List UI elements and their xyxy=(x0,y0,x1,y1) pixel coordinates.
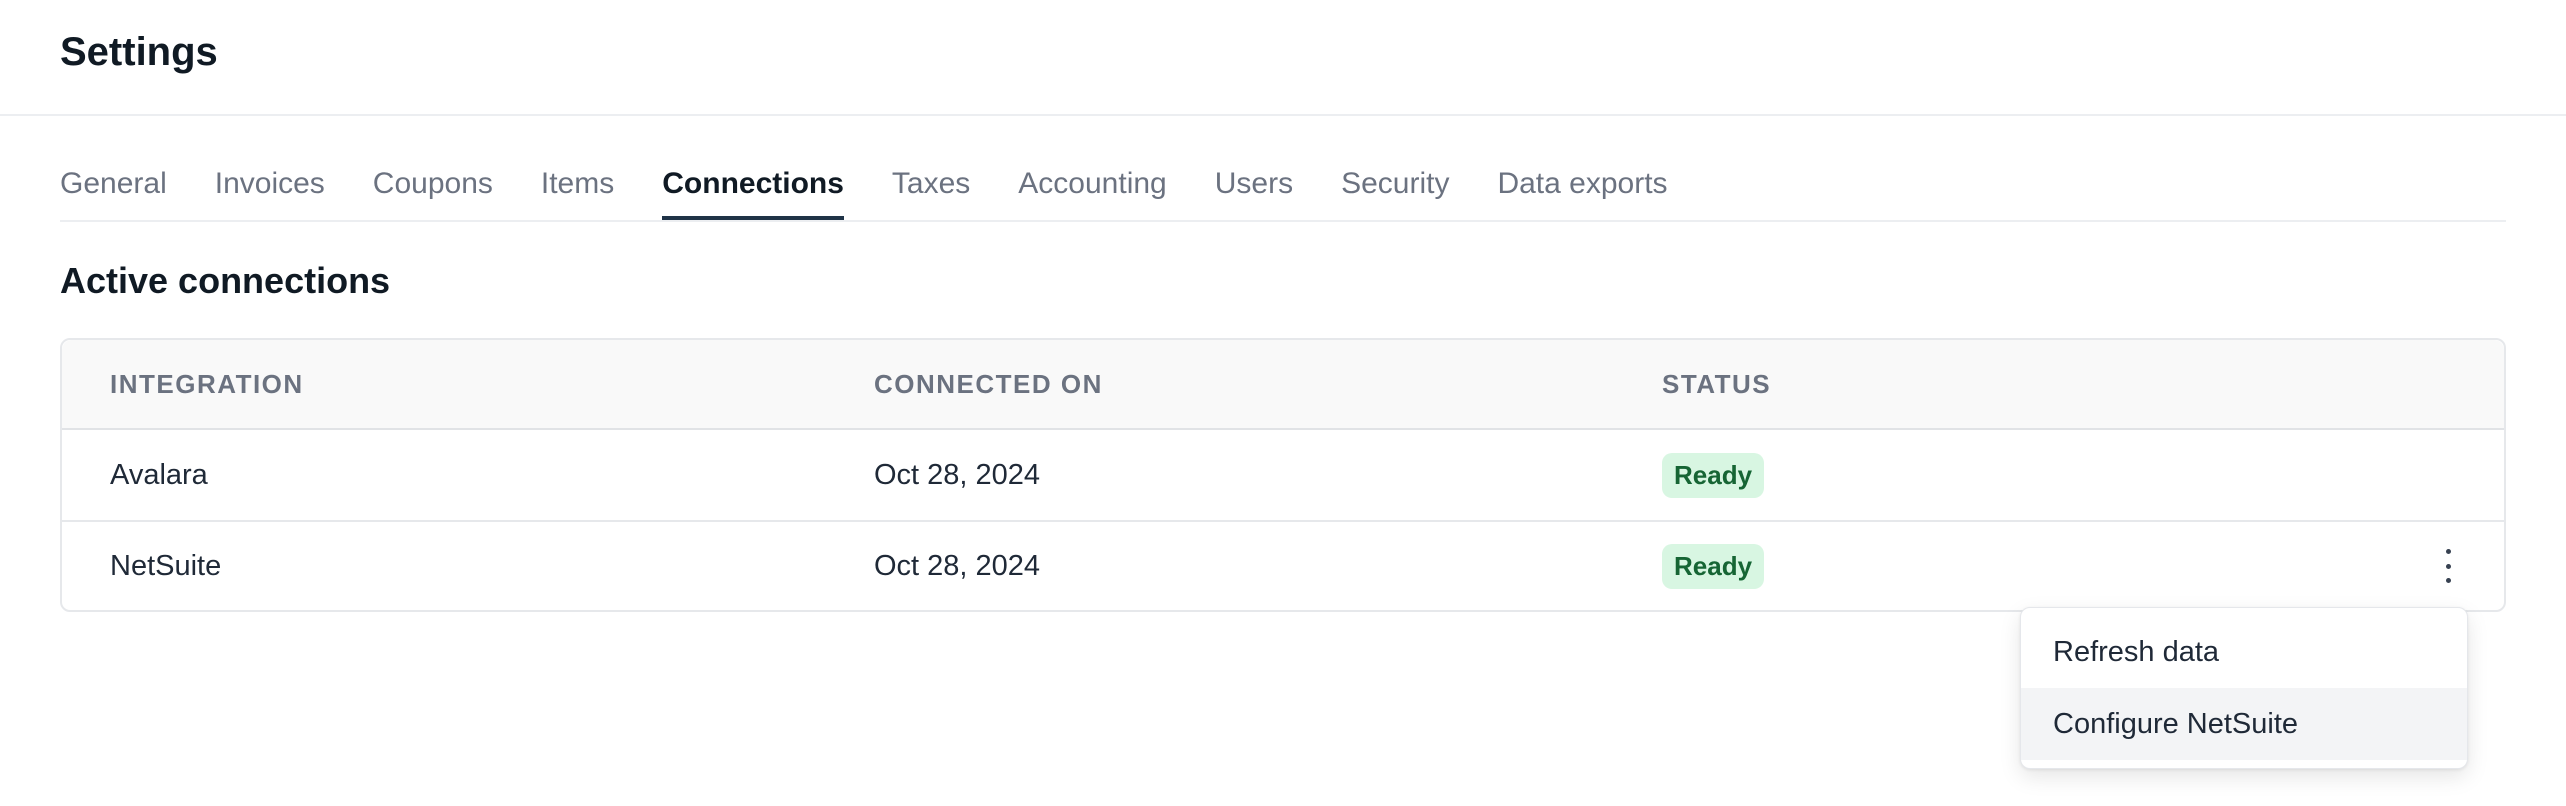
tab-general[interactable]: General xyxy=(60,167,167,220)
table-row: NetSuite Oct 28, 2024 Ready xyxy=(62,520,2504,610)
table-header: INTEGRATION CONNECTED ON STATUS xyxy=(62,340,2504,430)
tab-accounting[interactable]: Accounting xyxy=(1018,167,1166,220)
column-header-integration: INTEGRATION xyxy=(110,368,304,399)
tab-connections[interactable]: Connections xyxy=(662,167,844,220)
tab-coupons[interactable]: Coupons xyxy=(373,167,493,220)
tab-data-exports[interactable]: Data exports xyxy=(1497,167,1667,220)
row-actions-menu: Refresh data Configure NetSuite xyxy=(2020,607,2468,769)
tab-invoices[interactable]: Invoices xyxy=(215,167,325,220)
tab-users[interactable]: Users xyxy=(1215,167,1293,220)
more-vertical-icon[interactable] xyxy=(2438,549,2458,583)
tab-items[interactable]: Items xyxy=(541,167,614,220)
integration-name: Avalara xyxy=(110,458,208,491)
status-badge: Ready xyxy=(1662,543,1765,589)
connections-table: INTEGRATION CONNECTED ON STATUS Avalara … xyxy=(60,338,2506,612)
main-content: General Invoices Coupons Items Connectio… xyxy=(0,116,2566,612)
column-header-status: STATUS xyxy=(1662,368,1772,399)
connected-on-date: Oct 28, 2024 xyxy=(874,549,1041,582)
integration-name: NetSuite xyxy=(110,549,222,582)
tab-security[interactable]: Security xyxy=(1341,167,1449,220)
page-title: Settings xyxy=(60,29,218,74)
menu-item-configure-netsuite[interactable]: Configure NetSuite xyxy=(2021,688,2467,760)
column-header-connected-on: CONNECTED ON xyxy=(874,368,1103,399)
menu-item-refresh-data[interactable]: Refresh data xyxy=(2021,616,2467,688)
settings-tabs: General Invoices Coupons Items Connectio… xyxy=(60,116,2506,222)
section-title: Active connections xyxy=(60,260,391,301)
status-badge: Ready xyxy=(1662,452,1765,498)
tab-taxes[interactable]: Taxes xyxy=(892,167,970,220)
connected-on-date: Oct 28, 2024 xyxy=(874,458,1041,491)
table-row: Avalara Oct 28, 2024 Ready xyxy=(62,430,2504,520)
page-header: Settings xyxy=(0,0,2566,116)
